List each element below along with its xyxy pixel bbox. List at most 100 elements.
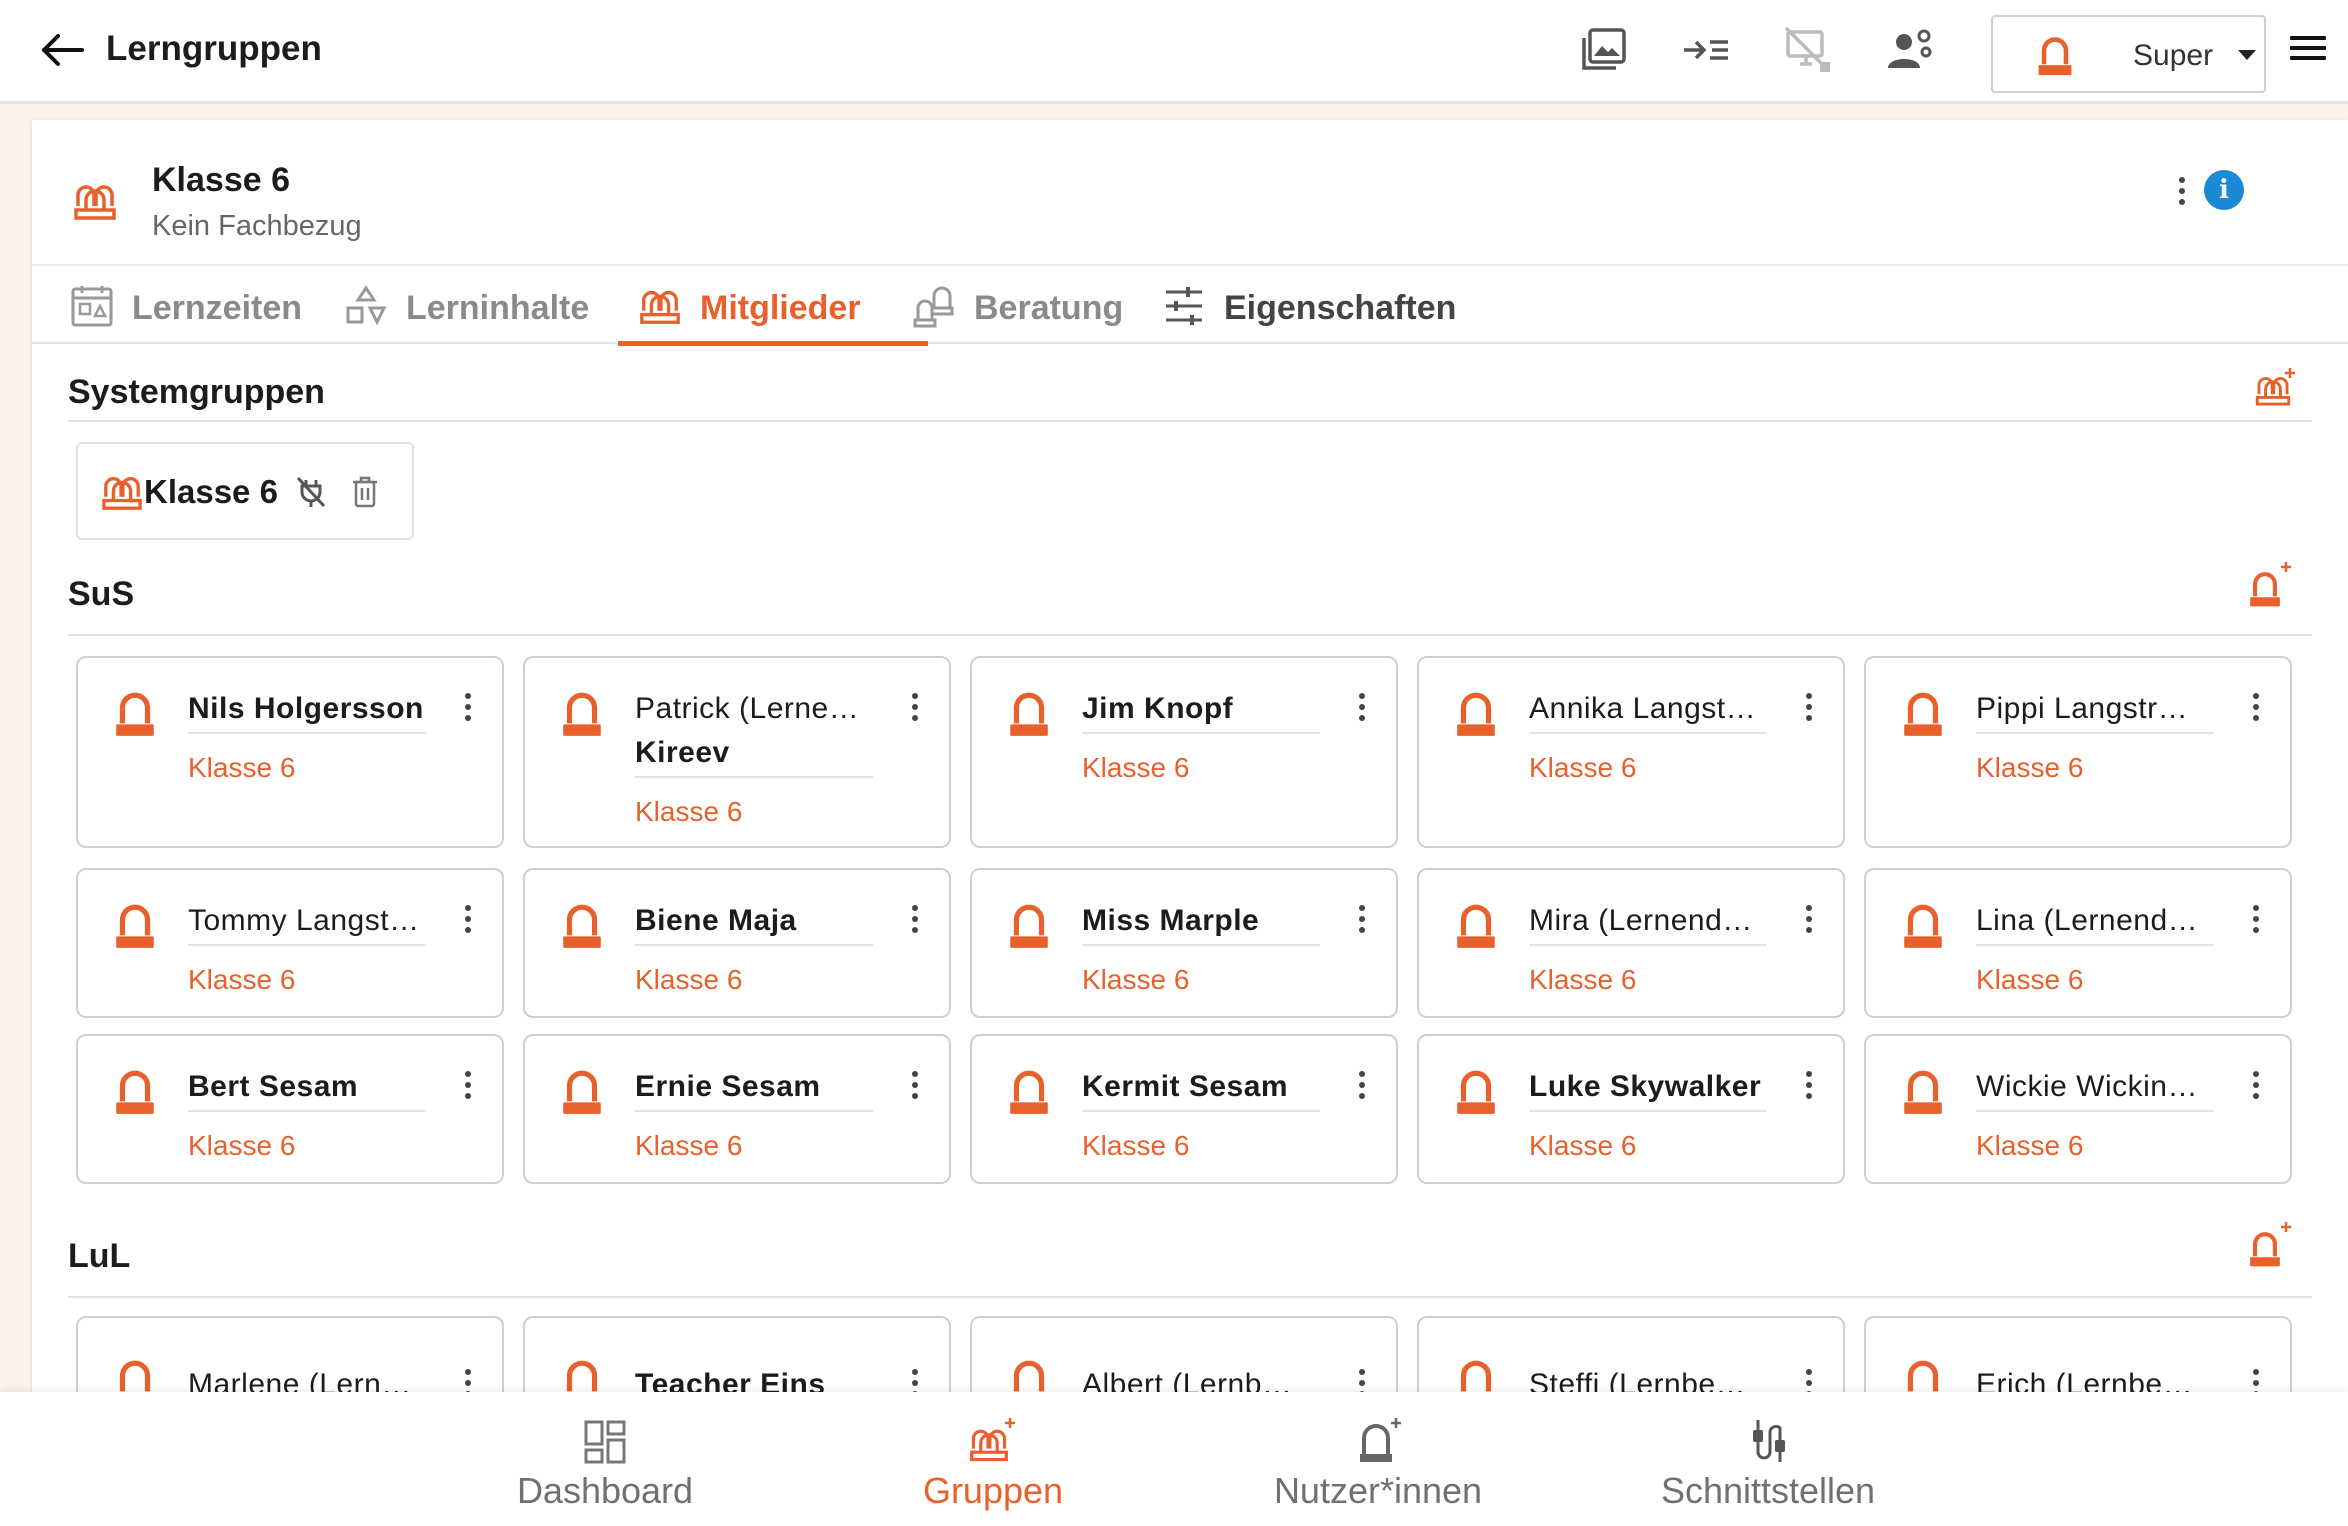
person-card[interactable]: Mira (Lernend… Klasse 6 [1417,868,1845,1018]
more-options-icon[interactable] [456,690,480,730]
system-group-chip[interactable]: Klasse 6 [76,442,414,540]
group-icon [72,178,118,224]
group-subtitle: Kein Fachbezug [152,210,362,242]
person-card[interactable]: Nils Holgersson Klasse 6 [76,656,504,848]
more-options-icon[interactable] [903,902,927,942]
unlink-icon[interactable] [294,474,328,510]
nav-label: Nutzer*innen [1273,1470,1483,1511]
sliders-icon [1166,287,1202,325]
divider [68,1296,2312,1298]
hamburger-menu-icon[interactable] [2290,36,2326,66]
more-options-icon[interactable] [903,1068,927,1108]
person-card[interactable]: Pippi Langstr… Klasse 6 [1864,656,2292,848]
person-card[interactable]: Jim Knopf Klasse 6 [970,656,1398,848]
person-icon [1455,902,1497,950]
person-group: Klasse 6 [1082,1130,1190,1161]
person-card[interactable]: Luke Skywalker Klasse 6 [1417,1034,1845,1184]
nav-gruppen[interactable]: Gruppen [890,1392,1096,1526]
person-card[interactable]: Annika Langst… Klasse 6 [1417,656,1845,848]
top-app-bar: Lerngruppen Super [0,0,2348,104]
person-group: Klasse 6 [635,1130,743,1161]
person-card[interactable]: Wickie Wickin… Klasse 6 [1864,1034,2292,1184]
user-settings-icon[interactable] [1884,24,1936,76]
more-options-icon[interactable] [2244,690,2268,730]
more-options-icon[interactable] [903,690,927,730]
tab-beratung[interactable]: Beratung [912,266,1172,344]
person-group: Klasse 6 [1529,1130,1637,1161]
user-select[interactable]: Super [1991,15,2266,93]
add-group-icon[interactable] [2254,364,2300,412]
divider [1976,944,2214,946]
person-icon [114,902,156,950]
person-card[interactable]: Ernie Sesam Klasse 6 [523,1034,951,1184]
tab-eigenschaften[interactable]: Eigenschaften [1162,266,1492,344]
person-name: Annika Langst… [1529,692,1757,725]
person-group: Klasse 6 [188,964,296,995]
person-card[interactable]: Kermit Sesam Klasse 6 [970,1034,1398,1184]
section-title-sus: SuS [68,575,135,613]
more-options-icon[interactable] [1350,690,1374,730]
divider [1082,944,1320,946]
more-options-icon[interactable] [2244,1068,2268,1108]
group-icon [100,472,144,512]
divider [188,732,426,734]
person-card[interactable]: Lina (Lernend… Klasse 6 [1864,868,2292,1018]
person-name: Kermit Sesam [1082,1070,1289,1103]
bottom-navigation: Dashboard Gruppen Nutzer*innen Schnittst… [0,1392,2348,1526]
tab-label: Eigenschaften [1224,289,1457,327]
gallery-icon[interactable] [1578,24,1630,76]
nav-label: Gruppen [922,1470,1064,1511]
more-options-icon[interactable] [1350,1068,1374,1108]
more-options-icon[interactable] [1797,1068,1821,1108]
page-title: Lerngruppen [106,29,322,68]
add-person-icon[interactable] [2248,560,2294,608]
person-icon [114,690,156,738]
more-options-icon[interactable] [456,902,480,942]
person-name: Wickie Wickin… [1976,1070,2198,1103]
person-group: Klasse 6 [635,796,743,827]
more-options-icon[interactable] [1350,902,1374,942]
indent-arrow-icon[interactable] [1680,24,1732,76]
person-group: Klasse 6 [1082,964,1190,995]
screen-off-clean-icon[interactable] [1782,24,1834,76]
more-options-icon[interactable] [2170,174,2194,214]
person-icon [114,1068,156,1116]
dashboard-icon [584,1420,626,1464]
person-group: Klasse 6 [188,1130,296,1161]
group-icon [638,284,682,328]
person-name: Tommy Langst… [188,904,420,937]
person-card[interactable]: Tommy Langst… Klasse 6 [76,868,504,1018]
more-options-icon[interactable] [1797,690,1821,730]
trash-icon[interactable] [350,474,380,510]
nav-nutzerinnen[interactable]: Nutzer*innen [1250,1392,1506,1526]
person-group: Klasse 6 [1082,752,1190,783]
person-group: Klasse 6 [188,752,296,783]
section-title-systemgruppen: Systemgruppen [68,373,325,411]
person-group: Klasse 6 [1529,964,1637,995]
back-arrow-icon[interactable] [38,28,86,72]
group-card: Klasse 6 Kein Fachbezug i Lernzeiten Ler… [32,120,2348,1456]
person-icon [1902,690,1944,738]
more-options-icon[interactable] [456,1068,480,1108]
person-card[interactable]: Biene Maja Klasse 6 [523,868,951,1018]
add-person-icon[interactable] [2248,1220,2294,1268]
divider [68,420,2312,422]
person-icon [1455,690,1497,738]
nav-schnittstellen[interactable]: Schnittstellen [1640,1392,1896,1526]
tab-lerninhalte[interactable]: Lerninhalte [344,266,634,344]
tab-mitglieder[interactable]: Mitglieder [618,266,928,346]
calendar-icon [71,286,113,327]
more-options-icon[interactable] [2244,902,2268,942]
nav-dashboard[interactable]: Dashboard [480,1392,730,1526]
tab-lernzeiten[interactable]: Lernzeiten [70,266,342,344]
person-card[interactable]: Patrick (Lerne… Kireev Klasse 6 [523,656,951,848]
person-name: Patrick (Lerne… [635,692,860,725]
info-icon[interactable]: i [2204,170,2244,210]
more-options-icon[interactable] [1797,902,1821,942]
person-name: Pippi Langstr… [1976,692,2189,725]
person-card[interactable]: Miss Marple Klasse 6 [970,868,1398,1018]
divider [1529,944,1767,946]
person-icon [1902,902,1944,950]
divider [1082,1110,1320,1112]
person-card[interactable]: Bert Sesam Klasse 6 [76,1034,504,1184]
